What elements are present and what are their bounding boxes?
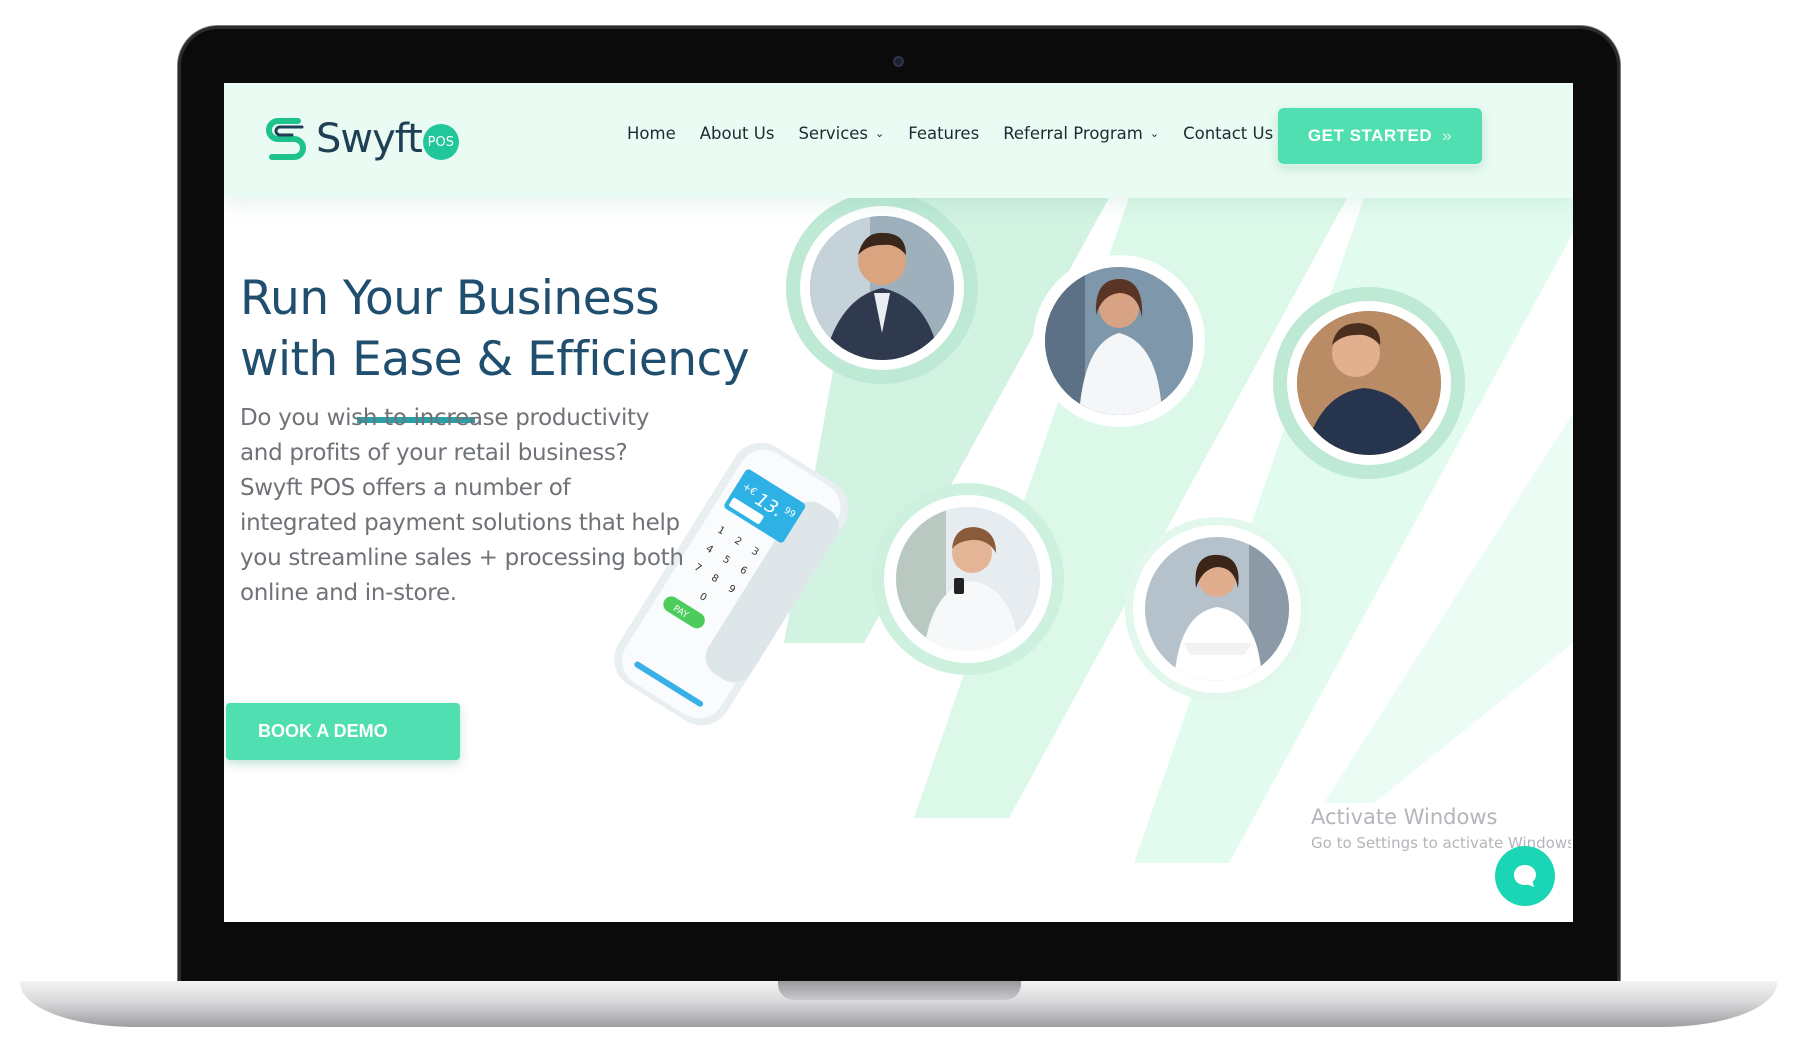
hero-description-line: and profits of your retail business? [240,440,628,466]
hero-description-line: integrated payment solutions that help [240,510,680,536]
book-demo-label: BOOK A DEMO [258,721,388,741]
nav-referral-program[interactable]: Referral Program ⌄ [1003,124,1159,143]
hero-title-line-2-post: & Efficiency [462,332,750,387]
chat-button[interactable] [1495,846,1555,906]
main-nav: Home About Us Services ⌄ Features Referra… [627,124,1297,143]
person-photo [786,192,978,384]
site-header: Swyft POS Home About Us Services ⌄ Featur… [224,83,1573,198]
hero-title-highlight: Ease [352,332,463,387]
chevron-down-icon: ⌄ [1149,127,1160,140]
chat-bubble-icon [1514,865,1536,887]
website-screen: +€ 13. 99 1 2 3 4 5 6 7 8 9 0 PAY Swyft … [224,83,1573,922]
hero-description-line: you streamline sales + processing both [240,545,684,571]
hero-description-line: Swyft POS offers a number of [240,475,571,501]
nav-label: Contact Us [1183,124,1274,143]
nav-label: Referral Program [1003,124,1143,143]
person-photo [1273,287,1465,479]
person-photo [872,483,1064,675]
person-photo [1125,517,1309,701]
chevron-down-icon: ⌄ [875,127,885,140]
nav-contact-us[interactable]: Contact Us [1183,124,1273,143]
double-chevron-right-icon: » [1442,126,1453,145]
brand-badge: POS [422,124,459,160]
brand-name: Swyft [316,116,423,162]
nav-services[interactable]: Services ⌄ [798,124,884,143]
hero-title-line-1: Run Your Business [240,271,660,326]
hero-title-line-2-pre: with [240,332,353,387]
nav-home[interactable]: Home [627,124,676,143]
hero-description-line: Do you wish to increase productivity [240,405,650,431]
hero-description-line: online and in-store. [240,580,457,606]
nav-label: Features [908,124,980,143]
nav-label: Services [798,124,869,143]
webcam [893,56,904,67]
brand-logo[interactable]: Swyft POS [258,111,459,167]
laptop-notch [778,981,1021,1000]
person-photo [1033,255,1205,427]
hero-description: Do you wish to increase productivity and… [240,401,740,611]
activate-windows-title: Activate Windows [1311,805,1498,829]
get-started-label: GET STARTED [1307,126,1433,145]
book-demo-button[interactable]: BOOK A DEMO [226,703,460,760]
nav-label: Home [627,124,676,143]
nav-features[interactable]: Features [908,124,979,143]
hero-title: Run Your Business with Ease & Efficiency [240,268,750,390]
swyft-s-logo-icon [266,118,306,160]
get-started-button[interactable]: GET STARTED » [1278,108,1482,164]
nav-about-us[interactable]: About Us [700,124,775,143]
nav-label: About Us [699,124,775,143]
